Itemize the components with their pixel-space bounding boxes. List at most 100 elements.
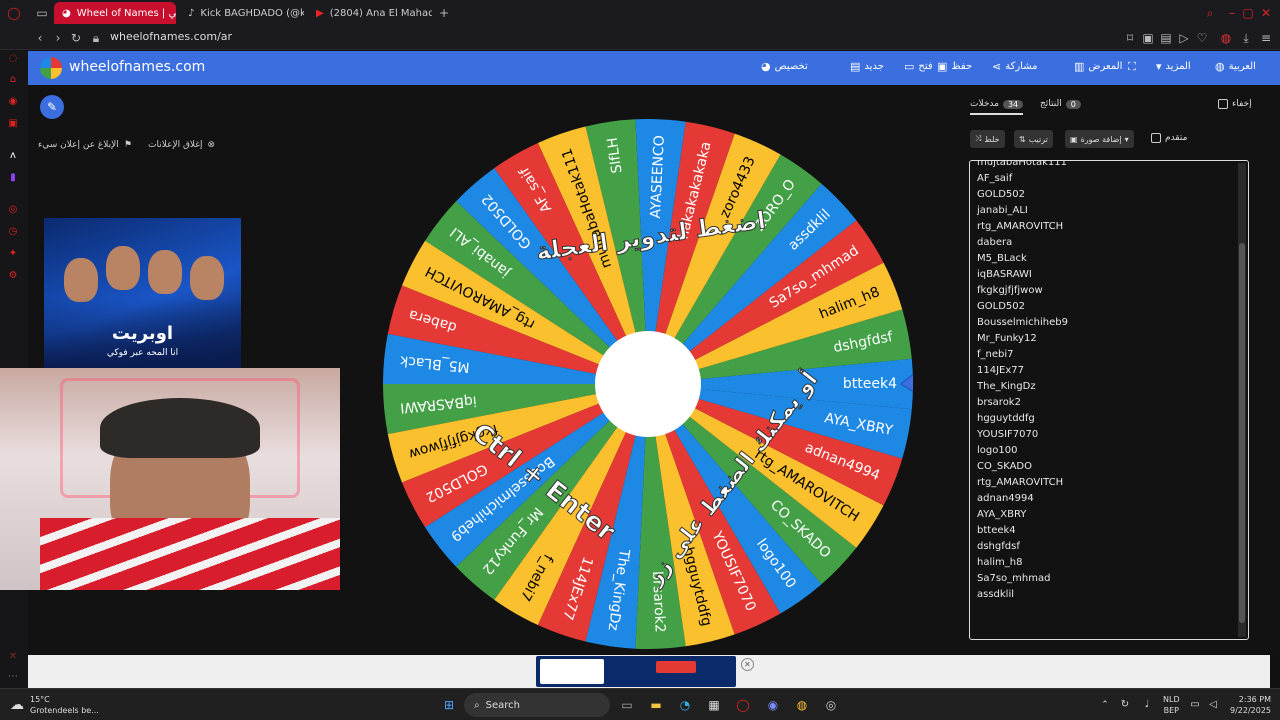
clock[interactable]: 2:36 PM 9/22/2025 bbox=[1230, 694, 1271, 716]
file-explorer-icon[interactable]: ▬ bbox=[647, 696, 665, 714]
open-button[interactable]: ▭ فتح bbox=[904, 60, 933, 73]
wheel-center[interactable] bbox=[595, 331, 701, 437]
obs-icon[interactable]: ◎ bbox=[822, 696, 840, 714]
list-item: adnan4994 bbox=[977, 493, 1034, 504]
cloud-icon: ☁ bbox=[10, 696, 24, 713]
extensions-sidebar-icon[interactable]: ✦ bbox=[6, 247, 20, 261]
messenger-icon[interactable]: ◉ bbox=[6, 95, 20, 109]
customize-button[interactable]: ◕ تخصيص bbox=[761, 60, 808, 73]
tab-menu-icon[interactable]: ▭ bbox=[34, 5, 50, 21]
taskbar-search[interactable]: ⌕ Search bbox=[464, 693, 610, 717]
volume-icon[interactable]: ◁ bbox=[1204, 696, 1222, 714]
sort-button[interactable]: ⇅ ترتيب bbox=[1014, 130, 1053, 148]
hide-checkbox[interactable] bbox=[1218, 99, 1228, 109]
windows-start-icon[interactable]: ⊞ bbox=[440, 696, 458, 714]
taskbar: ☁ 15°C Grotendeels be... ⊞ ⌕ Search ▭ ▬ ◔… bbox=[0, 688, 1280, 720]
wheel[interactable]: btteek4dshgfdsfhalim_h8Sa7so_mhmadassdkl… bbox=[383, 118, 934, 649]
new-file-icon: ▤ bbox=[850, 60, 861, 73]
wheel-container[interactable]: btteek4 dshgfdsf halim_h8 Sa7so_mhmad assdkl… bbox=[383, 118, 934, 649]
fullscreen-button[interactable]: ⛶ bbox=[1128, 60, 1136, 74]
gallery-button[interactable]: ▥ المعرض bbox=[1074, 60, 1122, 73]
tab-entries[interactable]: مدخلات 34 bbox=[970, 99, 1024, 115]
tab-label: Kick BAGHDADO (@kick bbox=[200, 7, 304, 19]
heart-icon[interactable]: ♡ bbox=[1194, 30, 1210, 46]
instagram-icon[interactable]: ▣ bbox=[6, 117, 20, 131]
microphone-icon[interactable]: ♩ bbox=[1138, 696, 1156, 714]
aria-icon[interactable]: ◌ bbox=[6, 52, 20, 66]
ad-creative[interactable] bbox=[536, 656, 736, 687]
back-icon[interactable]: ‹ bbox=[32, 30, 48, 46]
share-button[interactable]: ⋖ مشاركة bbox=[992, 60, 1038, 73]
minimize-icon[interactable]: – bbox=[1224, 5, 1240, 21]
opera-gx-icon[interactable]: ◯ bbox=[734, 696, 752, 714]
play-icon[interactable]: ▷ bbox=[1176, 30, 1192, 46]
language-indicator[interactable]: NLD BEP bbox=[1163, 694, 1180, 716]
settings-icon[interactable]: ⚙ bbox=[6, 269, 20, 283]
crypto-icon[interactable]: ⌂ bbox=[6, 73, 20, 87]
player-icon[interactable]: ◎ bbox=[6, 203, 20, 217]
entries-scrollbar[interactable] bbox=[1238, 163, 1246, 637]
edge-icon[interactable]: ◔ bbox=[676, 696, 694, 714]
list-item: M5_BLack bbox=[977, 253, 1027, 264]
profile-icon[interactable]: ◍ bbox=[1218, 30, 1234, 46]
ad-banner[interactable]: ✕ bbox=[28, 655, 1270, 688]
forward-icon[interactable]: › bbox=[50, 30, 66, 46]
list-item: GOLD502 bbox=[977, 301, 1025, 312]
site-name[interactable]: wheelofnames.com bbox=[69, 59, 205, 75]
url-field[interactable]: wheelofnames.com/ar bbox=[110, 30, 232, 43]
shuffle-button[interactable]: ⤨ خلط bbox=[970, 130, 1005, 148]
save-icon: ▣ bbox=[937, 60, 948, 73]
search-icon: ⌕ bbox=[474, 699, 480, 711]
store-icon[interactable]: ▦ bbox=[705, 696, 723, 714]
tab-results[interactable]: النتائج 0 bbox=[1040, 99, 1081, 109]
shuffle-icon: ⤨ bbox=[975, 134, 982, 143]
extensions-icon[interactable]: ▤ bbox=[1158, 30, 1174, 46]
results-count: 0 bbox=[1065, 99, 1081, 109]
site-logo-icon[interactable] bbox=[40, 57, 62, 79]
edit-icon[interactable]: ✎ bbox=[40, 95, 64, 119]
report-ad-link[interactable]: الإبلاغ عن إعلان سيء ⚑ bbox=[38, 140, 132, 150]
search-icon[interactable]: ⌕ bbox=[1202, 5, 1218, 21]
advanced-toggle[interactable]: متقدم bbox=[1151, 133, 1187, 143]
temperature: 15°C bbox=[30, 695, 50, 704]
image-icon: ▣ bbox=[1070, 134, 1078, 144]
save-button[interactable]: ▣ حفظ bbox=[937, 60, 972, 73]
more-menu-button[interactable]: ▾ المزيد bbox=[1156, 60, 1191, 73]
wheel-segment-label: btteek4 bbox=[843, 376, 897, 392]
hide-toggle[interactable]: إخفاء bbox=[1218, 99, 1252, 109]
twitch-icon[interactable]: ▮ bbox=[6, 171, 20, 185]
menu-icon[interactable]: ≡ bbox=[1258, 30, 1274, 46]
tab-wheel-of-names[interactable]: ◕ Wheel of Names | عشوائي bbox=[54, 2, 176, 24]
kick-icon[interactable]: ʌ bbox=[6, 149, 20, 163]
snapshot-icon[interactable]: ▣ bbox=[1140, 30, 1156, 46]
ad-close-icon[interactable]: ✕ bbox=[741, 658, 754, 671]
new-button[interactable]: ▤ جديد bbox=[850, 60, 884, 73]
opera-logo-icon[interactable]: ◯ bbox=[6, 5, 22, 21]
network-icon[interactable]: ▭ bbox=[1186, 696, 1204, 714]
chrome-icon[interactable]: ◍ bbox=[793, 696, 811, 714]
download-icon[interactable]: ⤓ bbox=[1238, 30, 1254, 46]
more-icon[interactable]: ⋯ bbox=[6, 670, 20, 684]
close-ads-link[interactable]: إغلاق الإعلانات ⊗ bbox=[148, 140, 215, 150]
tab-kick[interactable]: ♪ Kick BAGHDADO (@kick bbox=[180, 2, 304, 24]
discord-icon[interactable]: ◉ bbox=[764, 696, 782, 714]
close-icon[interactable]: ✕ bbox=[1258, 5, 1274, 21]
maximize-icon[interactable]: ▢ bbox=[1240, 5, 1256, 21]
scrollbar-thumb[interactable] bbox=[1239, 243, 1245, 623]
history-icon[interactable]: ◷ bbox=[6, 225, 20, 239]
weather-widget[interactable]: ☁ 15°C Grotendeels be... bbox=[10, 694, 99, 716]
list-item: Sa7so_mhmad bbox=[977, 573, 1051, 584]
new-tab-icon[interactable]: + bbox=[436, 5, 452, 21]
advanced-checkbox[interactable] bbox=[1151, 133, 1161, 143]
cloud-sync-icon[interactable]: ↻ bbox=[1116, 696, 1134, 714]
add-image-button[interactable]: ▣ إضافة صورة ▾ bbox=[1065, 130, 1134, 148]
tray-chevron-icon[interactable]: ⌃ bbox=[1096, 696, 1114, 714]
gx-icon[interactable]: ✕ bbox=[6, 650, 20, 664]
tab-youtube[interactable]: ▶ (2804) Ana El Mahad bbox=[308, 2, 432, 24]
language-button[interactable]: ◍ العربية bbox=[1215, 60, 1256, 73]
entries-textarea[interactable]: mujtabaHotak111 AF_saif GOLD502 janabi_ALI r… bbox=[969, 160, 1249, 640]
reload-icon[interactable]: ↻ bbox=[68, 30, 84, 46]
bookmark-icon[interactable]: ⌑ bbox=[1122, 30, 1138, 46]
entries-count: 34 bbox=[1002, 99, 1024, 109]
task-view-icon[interactable]: ▭ bbox=[618, 696, 636, 714]
